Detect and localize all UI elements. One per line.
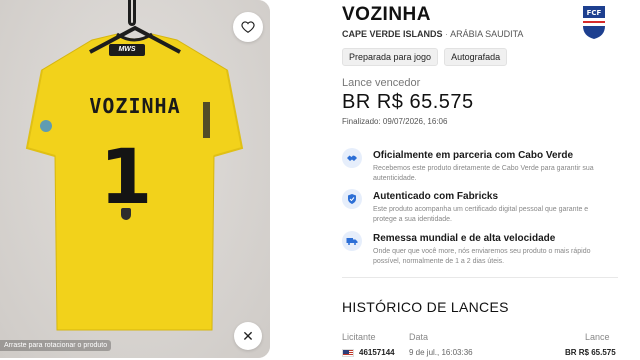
product-subtitle: CAPE VERDE ISLANDS · ARÁBIA SAUDITA (342, 29, 523, 39)
winning-bid-label: Lance vencedor (342, 77, 421, 89)
jersey-crest-icon (121, 208, 131, 220)
rotate-hint: Arraste para rotacionar o produto (0, 340, 112, 351)
favorite-button[interactable] (233, 12, 263, 42)
tag-signed: Autografada (444, 48, 508, 66)
team-name[interactable]: CAPE VERDE ISLANDS (342, 29, 443, 39)
tag-match-prepared: Preparada para jogo (342, 48, 439, 66)
bid-history-title: HISTÓRICO DE LANCES (342, 299, 509, 315)
column-header-amount: Lance (585, 332, 610, 342)
feature-title: Remessa mundial e de alta velocidade (373, 233, 556, 244)
feature-description: Este produto acompanha um certificado di… (373, 206, 589, 223)
truck-icon (342, 231, 362, 251)
column-header-date: Data (409, 332, 429, 342)
section-divider (342, 277, 618, 278)
federation-crest-icon: FCF (583, 6, 605, 39)
opponent-name: ARÁBIA SAUDITA (450, 29, 524, 39)
feature-title: Autenticado com Fabricks (373, 191, 499, 202)
sponsor-logo: MWS (109, 44, 145, 56)
product-title: VOZINHA (342, 4, 431, 25)
handshake-icon (342, 148, 362, 168)
finalized-date: Finalizado: 09/07/2026, 16:06 (342, 117, 448, 126)
product-image-panel[interactable]: MWS VOZINHA 1 ✕ Arraste para rotacionar … (0, 0, 270, 358)
feature-description: Onde quer que você more, nós enviaremos … (373, 248, 591, 265)
jersey-name: VOZINHA (89, 94, 181, 118)
bid-row-date: 9 de jul., 16:03:36 (409, 348, 473, 357)
winning-bid-value: BR R$ 65.575 (342, 91, 474, 113)
bid-row-bidder[interactable]: 46157144 (359, 348, 395, 357)
close-icon: ✕ (242, 327, 254, 344)
bid-row-amount: BR R$ 65.575 (565, 348, 616, 357)
shield-check-icon (342, 189, 362, 209)
heart-icon (241, 21, 255, 33)
hanger-hook (128, 0, 136, 26)
us-flag-icon (342, 349, 354, 357)
close-button[interactable]: ✕ (234, 322, 262, 350)
crest-label: FCF (587, 9, 602, 17)
feature-description: Recebemos este produto diretamente de Ca… (373, 165, 594, 182)
subtitle-separator: · (445, 29, 449, 39)
product-tags: Preparada para jogo Autografada (342, 48, 508, 66)
feature-title: Oficialmente em parceria com Cabo Verde (373, 150, 574, 161)
column-header-bidder: Licitante (342, 332, 376, 342)
